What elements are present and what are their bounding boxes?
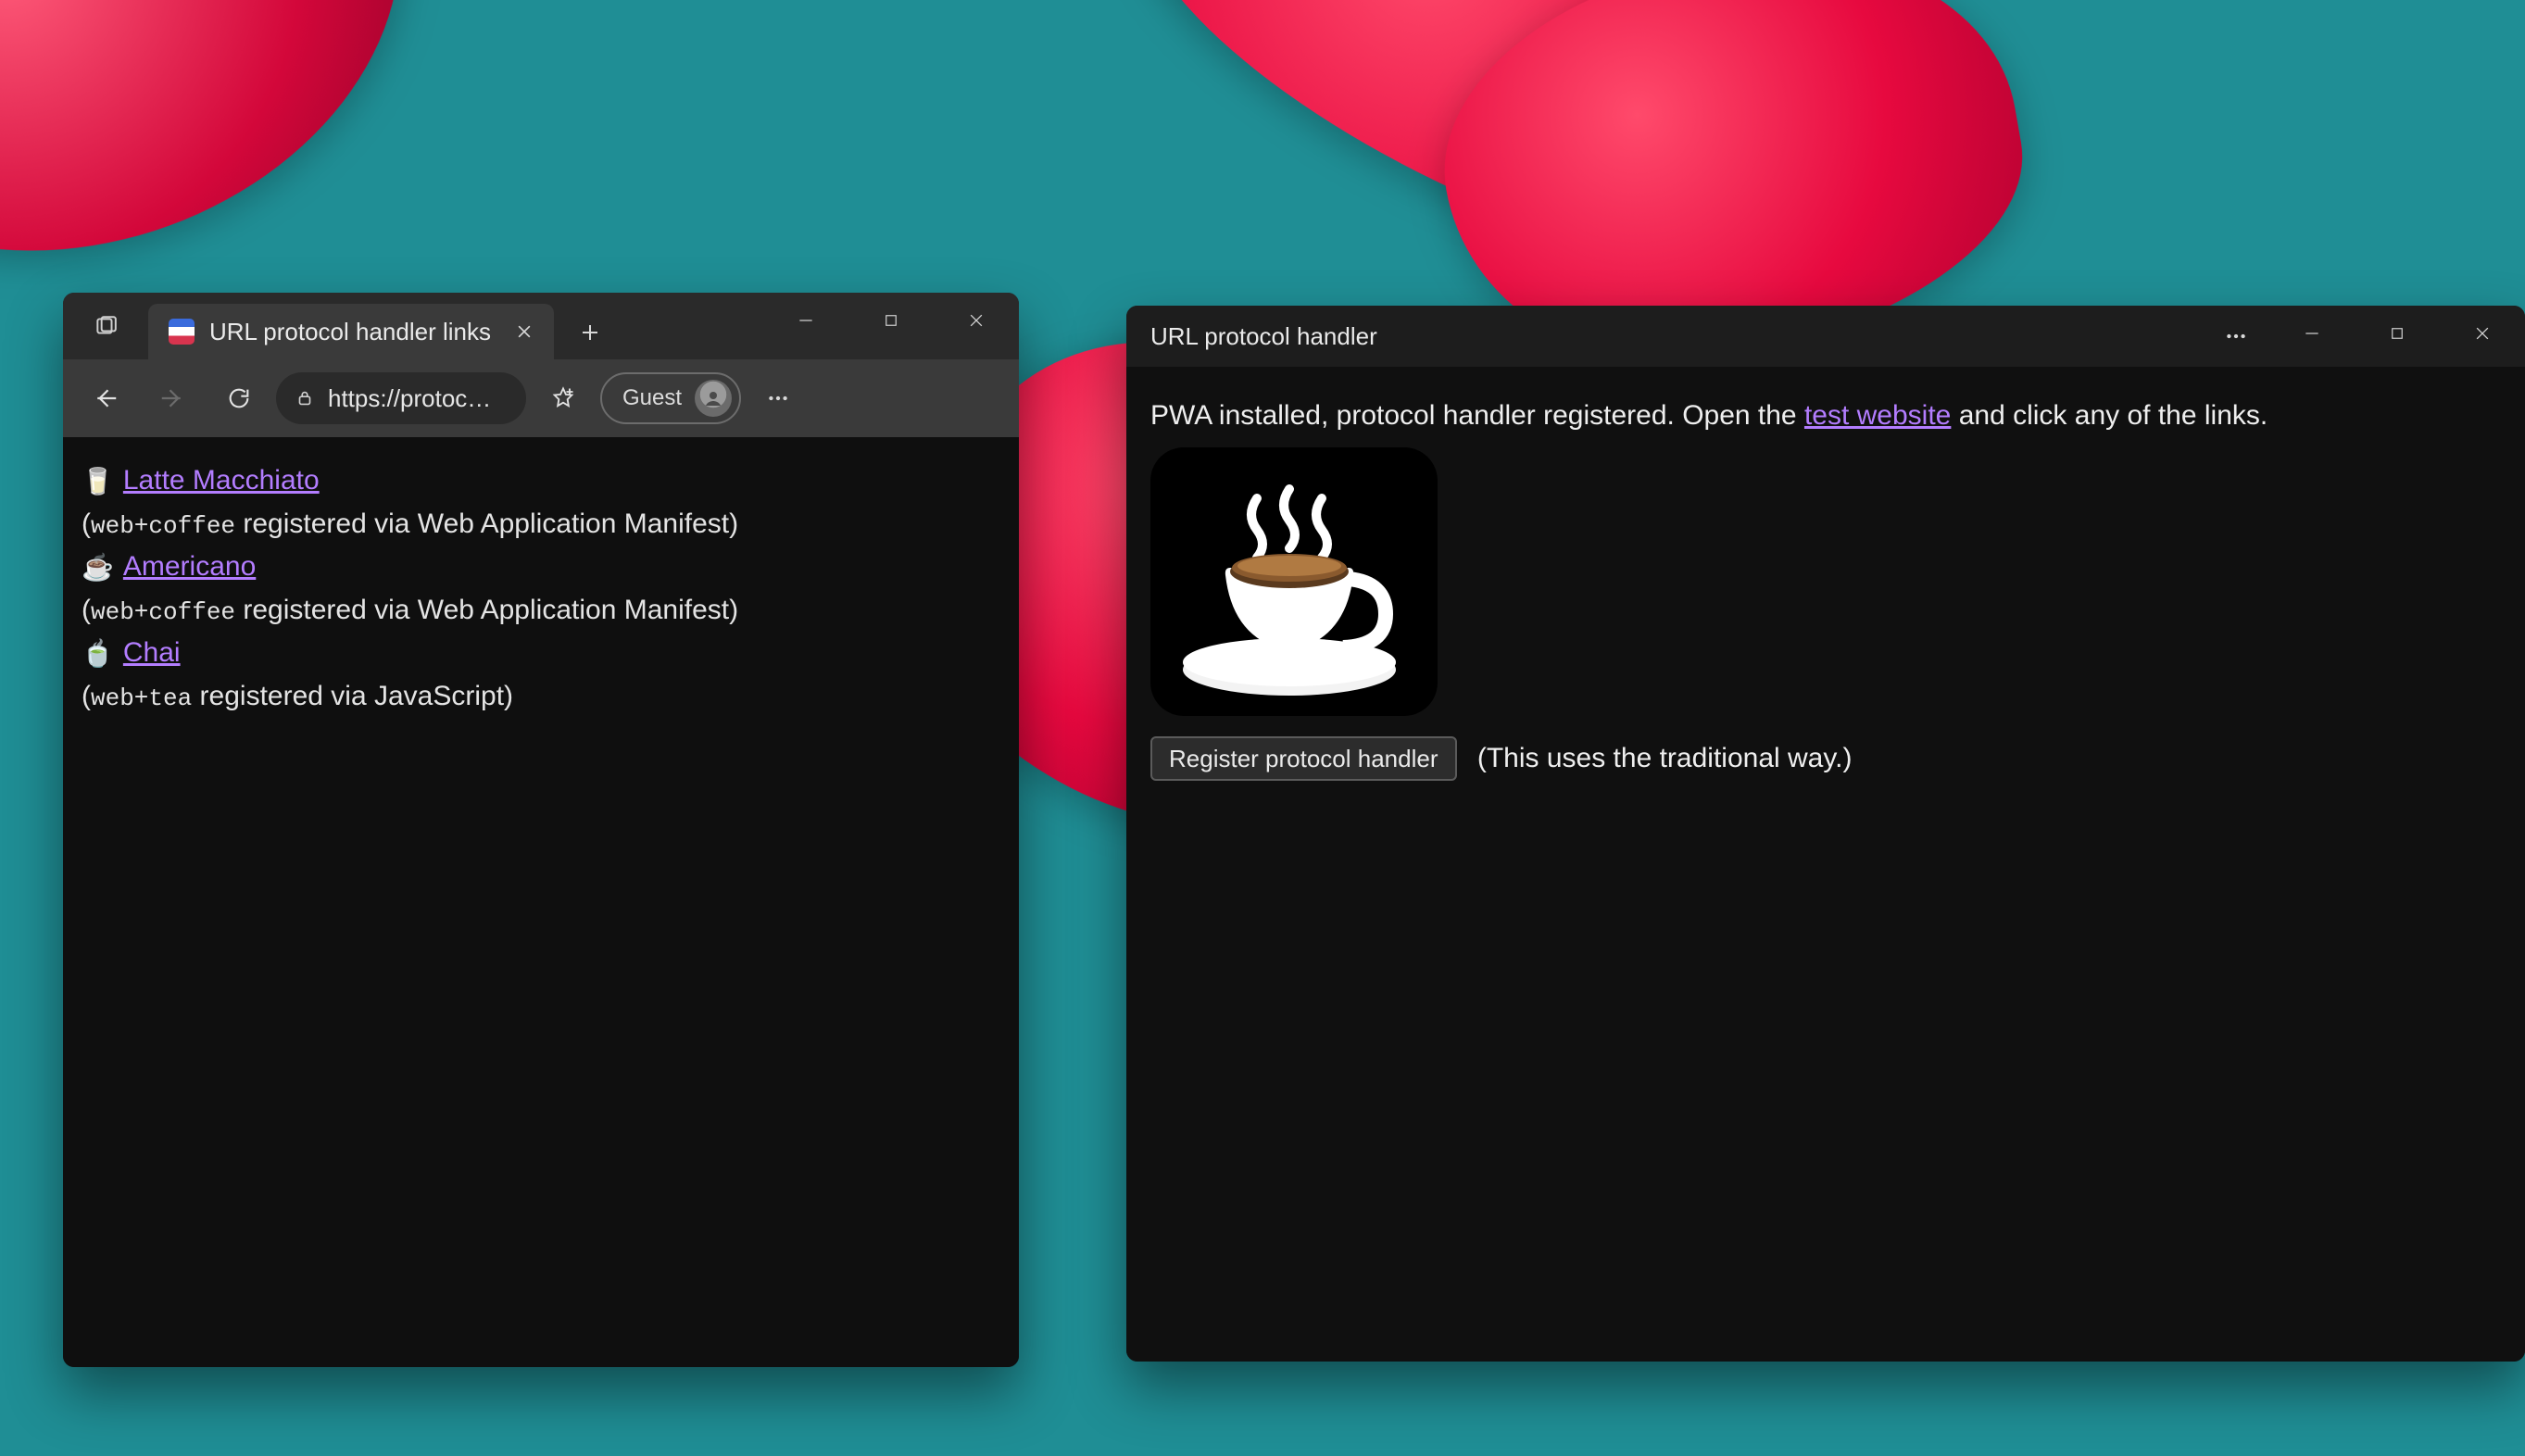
drink-link-latte[interactable]: Latte Macchiato (123, 459, 320, 503)
browser-window: URL protocol handler links (63, 293, 1019, 1367)
lock-icon (295, 388, 315, 408)
pwa-content: PWA installed, protocol handler register… (1126, 367, 2525, 1362)
tab-actions-button[interactable] (63, 293, 148, 359)
close-icon[interactable] (515, 322, 534, 341)
status-text: PWA installed, protocol handler register… (1150, 395, 2501, 436)
drink-emoji: ☕ (82, 547, 114, 587)
browser-tab[interactable]: URL protocol handler links (148, 304, 554, 359)
list-item: 🥛 Latte Macchiato (82, 459, 1000, 503)
browser-titlebar[interactable]: URL protocol handler links (63, 293, 1019, 359)
register-note: (This uses the traditional way.) (1477, 743, 1853, 773)
list-item: 🍵 Chai (82, 632, 1000, 675)
new-tab-button[interactable] (563, 306, 617, 359)
nav-back-button[interactable] (76, 369, 135, 428)
coffee-cup-image (1150, 447, 1438, 716)
profile-label: Guest (622, 385, 682, 411)
tab-favicon (169, 319, 195, 345)
pwa-titlebar[interactable]: URL protocol handler (1126, 306, 2525, 367)
pwa-window: URL protocol handler PWA installed, prot… (1126, 306, 2525, 1362)
window-minimize-button[interactable] (763, 293, 848, 348)
tab-title: URL protocol handler links (209, 318, 491, 346)
protocol-code: web+coffee (91, 512, 235, 540)
nav-forward-button[interactable] (143, 369, 202, 428)
nav-refresh-button[interactable] (209, 369, 269, 428)
window-close-button[interactable] (2440, 306, 2525, 361)
pwa-title: URL protocol handler (1150, 322, 1377, 351)
list-item: ☕ Americano (82, 546, 1000, 589)
favorites-button[interactable] (534, 369, 593, 428)
registration-note: (web+coffee registered via Web Applicati… (82, 589, 1000, 633)
window-minimize-button[interactable] (2269, 306, 2355, 361)
address-bar[interactable]: https://protoc… (276, 372, 526, 424)
protocol-code: web+tea (91, 684, 192, 712)
register-row: Register protocol handler (This uses the… (1150, 716, 2501, 781)
drink-emoji: 🥛 (82, 461, 114, 501)
window-maximize-button[interactable] (2355, 306, 2440, 361)
avatar-icon (695, 380, 732, 417)
browser-toolbar: https://protoc… Guest (63, 359, 1019, 437)
address-text: https://protoc… (328, 384, 491, 413)
drink-link-americano[interactable]: Americano (123, 546, 256, 589)
window-close-button[interactable] (934, 293, 1019, 348)
browser-page: 🥛 Latte Macchiato (web+coffee registered… (63, 437, 1019, 1367)
register-protocol-button[interactable]: Register protocol handler (1150, 736, 1457, 781)
test-website-link[interactable]: test website (1804, 400, 1951, 431)
drink-emoji: 🍵 (82, 634, 114, 673)
registration-note: (web+tea registered via JavaScript) (82, 675, 1000, 719)
more-menu-button[interactable] (748, 369, 808, 428)
profile-button[interactable]: Guest (600, 372, 741, 424)
registration-note: (web+coffee registered via Web Applicati… (82, 503, 1000, 546)
app-menu-button[interactable] (2203, 308, 2269, 364)
protocol-code: web+coffee (91, 598, 235, 626)
window-maximize-button[interactable] (848, 293, 934, 348)
drink-link-chai[interactable]: Chai (123, 632, 181, 675)
tab-actions-icon (94, 314, 118, 338)
